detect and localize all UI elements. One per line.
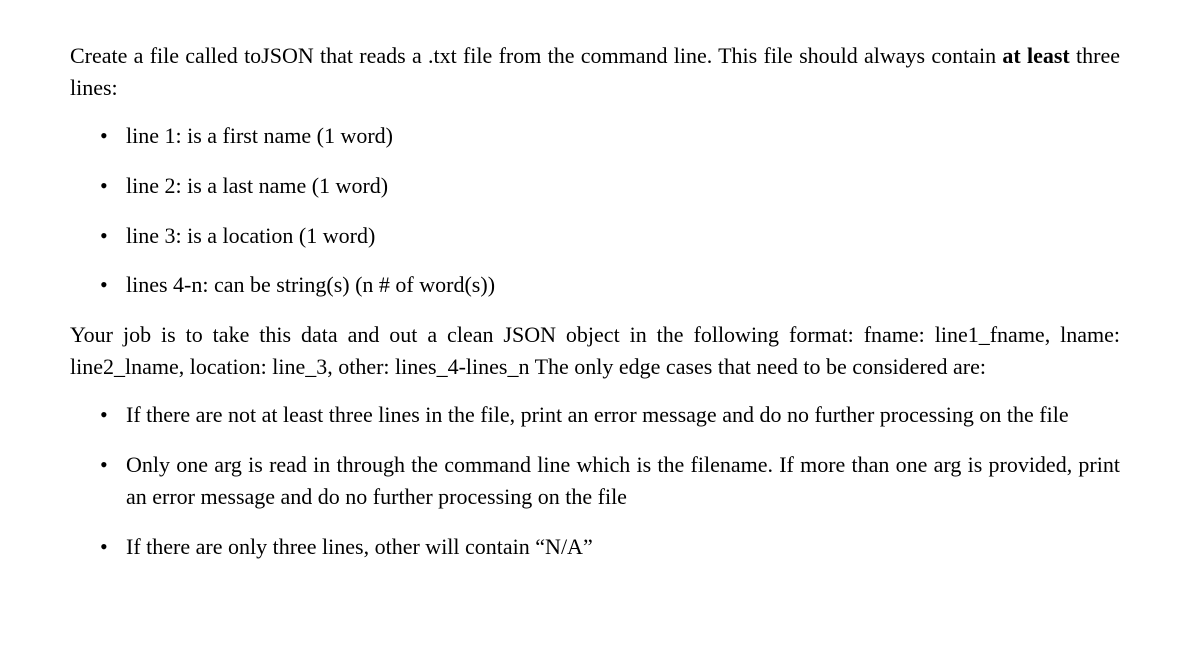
list-item-text: Only one arg is read in through the comm… [126, 452, 1120, 509]
format-paragraph: Your job is to take this data and out a … [70, 319, 1120, 383]
list-item-text: line 2: is a last name (1 word) [126, 173, 388, 198]
list-item-text: If there are not at least three lines in… [126, 402, 1069, 427]
list-item: If there are not at least three lines in… [126, 399, 1120, 431]
list-item-text: lines 4-n: can be string(s) (n # of word… [126, 272, 495, 297]
document-body: Create a file called toJSON that reads a… [0, 0, 1190, 621]
intro-paragraph: Create a file called toJSON that reads a… [70, 40, 1120, 104]
format-line1: Your job is to take this data and out a … [70, 322, 854, 347]
intro-bold: at least [1002, 43, 1069, 68]
list-item: line 3: is a location (1 word) [126, 220, 1120, 252]
list-item: line 2: is a last name (1 word) [126, 170, 1120, 202]
list-item-text: line 3: is a location (1 word) [126, 223, 375, 248]
intro-text-part1: Create a file called toJSON that reads a… [70, 43, 1002, 68]
list-item: line 1: is a first name (1 word) [126, 120, 1120, 152]
format-line3: The only edge cases that need to be cons… [535, 354, 986, 379]
edge-cases-list: If there are not at least three lines in… [70, 399, 1120, 563]
list-item: Only one arg is read in through the comm… [126, 449, 1120, 513]
list-item: lines 4-n: can be string(s) (n # of word… [126, 269, 1120, 301]
list-item-text: line 1: is a first name (1 word) [126, 123, 393, 148]
list-item-text: If there are only three lines, other wil… [126, 534, 593, 559]
list-item: If there are only three lines, other wil… [126, 531, 1120, 563]
requirements-list: line 1: is a first name (1 word) line 2:… [70, 120, 1120, 302]
